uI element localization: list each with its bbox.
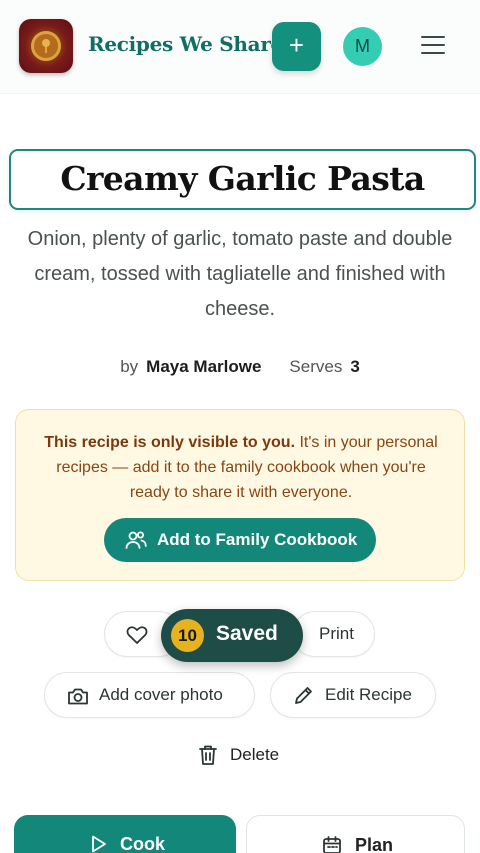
saved-toast: 10 Saved (161, 609, 303, 662)
add-cover-photo-label: Add cover photo (99, 685, 223, 704)
print-button[interactable]: Print (292, 611, 375, 657)
by-label: by (120, 357, 139, 376)
private-recipe-notice: This recipe is only visible to you. It's… (15, 409, 465, 581)
edit-recipe-button[interactable]: Edit Recipe (270, 672, 436, 718)
app-header: Recipes We Share + M (0, 0, 480, 94)
notice-text: This recipe is only visible to you. It's… (36, 430, 446, 505)
saved-toast-label: Saved (216, 622, 278, 645)
serves-value: 3 (350, 357, 360, 376)
play-icon (92, 835, 106, 853)
recipe-title: Creamy Garlic Pasta (60, 159, 425, 198)
camera-icon (68, 688, 88, 705)
cook-label: Cook (120, 834, 165, 853)
serves-label: Serves (289, 357, 343, 376)
brand-title[interactable]: Recipes We Share (88, 32, 283, 56)
author-name[interactable]: Maya Marlowe (146, 357, 261, 376)
cook-button[interactable]: Cook (14, 815, 236, 853)
edit-recipe-label: Edit Recipe (325, 685, 412, 704)
trash-icon (199, 745, 217, 765)
add-recipe-button[interactable]: + (272, 22, 321, 71)
delete-button[interactable]: Delete (198, 741, 279, 769)
heart-icon (126, 626, 148, 644)
pencil-icon (295, 687, 312, 704)
add-cover-photo-button[interactable]: Add cover photo (44, 672, 255, 718)
delete-label: Delete (230, 745, 280, 764)
plan-button[interactable]: Plan (246, 815, 465, 853)
plan-label: Plan (355, 835, 394, 853)
calendar-icon (323, 836, 341, 853)
recipe-meta: by Maya Marlowe Serves 3 (0, 357, 480, 377)
recipe-description: Onion, plenty of garlic, tomato paste an… (27, 228, 453, 320)
hamburger-menu-icon[interactable] (421, 36, 445, 56)
add-to-cookbook-button[interactable]: Add to Family Cookbook (104, 518, 376, 562)
tree-icon (42, 39, 50, 53)
users-icon (125, 531, 147, 549)
saved-count-badge: 10 (171, 619, 204, 652)
notice-bold: This recipe is only visible to you. (44, 434, 296, 451)
recipe-title-box: Creamy Garlic Pasta (9, 149, 476, 210)
add-to-cookbook-label: Add to Family Cookbook (157, 530, 358, 549)
user-avatar[interactable]: M (343, 27, 382, 66)
app-logo-icon[interactable] (19, 19, 73, 73)
